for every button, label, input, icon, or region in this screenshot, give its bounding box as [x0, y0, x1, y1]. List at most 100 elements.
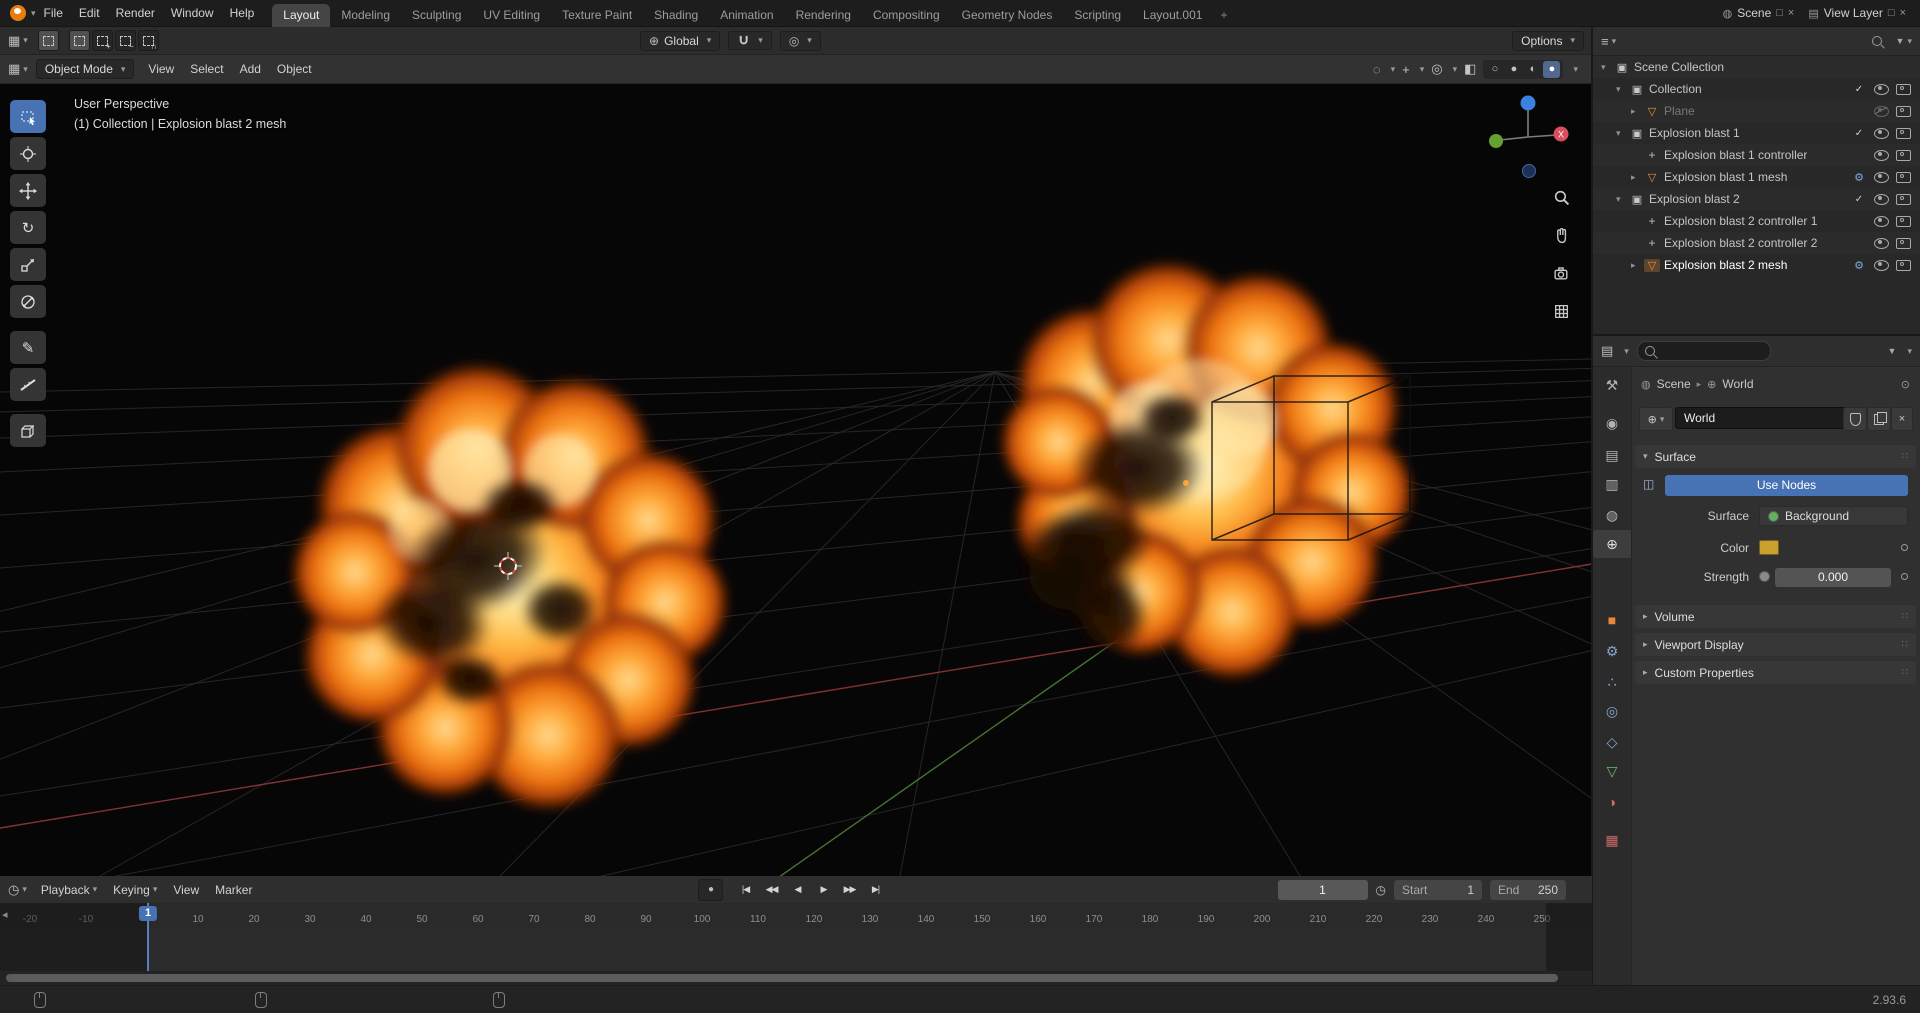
camera-visibility-icon[interactable] [1895, 259, 1911, 271]
copy-datablock-button[interactable] [1867, 407, 1891, 431]
outliner-item-label[interactable]: Explosion blast 2 controller 2 [1664, 236, 1817, 250]
outliner-row-collection[interactable]: ▾ ▣ Collection ✓ [1593, 78, 1920, 100]
expand-arrow-icon[interactable]: ▾ [1616, 128, 1629, 139]
scale-tool[interactable] [10, 248, 46, 281]
mode-dropdown[interactable]: Object Mode ▾ [35, 59, 135, 79]
outliner-item-label[interactable]: Plane [1664, 104, 1695, 118]
viewport-menu-view[interactable]: View [140, 60, 182, 78]
current-frame-field[interactable]: 1 [1277, 879, 1368, 900]
workspace-tab-compositing[interactable]: Compositing [862, 4, 951, 27]
editor-type-icon[interactable]: ▦ [8, 61, 20, 77]
workspace-tab-geometry-nodes[interactable]: Geometry Nodes [951, 4, 1064, 27]
blender-logo-icon[interactable] [10, 5, 26, 21]
snap-toggle[interactable]: ▾ [728, 31, 772, 50]
topbar-menu-render[interactable]: Render [108, 4, 163, 22]
select-mode-subtract[interactable]: − [114, 30, 136, 51]
search-icon[interactable] [1871, 36, 1882, 46]
pin-icon[interactable]: ⊙ [1901, 378, 1910, 391]
viewport-menu-object[interactable]: Object [269, 60, 320, 78]
outliner-row-explosion-blast-2-controller-2[interactable]: + Explosion blast 2 controller 2 [1593, 232, 1920, 254]
outliner-row-explosion-blast-2-mesh[interactable]: ▸ ▽ Explosion blast 2 mesh ⚙ [1593, 254, 1920, 276]
playback-play-button[interactable]: ▶ [812, 880, 835, 900]
breadcrumb-world[interactable]: World [1722, 377, 1753, 391]
workspace-tab-animation[interactable]: Animation [709, 4, 784, 27]
outliner-item-label[interactable]: Explosion blast 2 controller 1 [1664, 214, 1817, 228]
viewport-menu-add[interactable]: Add [232, 60, 269, 78]
panel-drag-dots-icon[interactable]: ∷ [1902, 639, 1908, 650]
properties-tab-data[interactable]: ▽ [1593, 757, 1631, 785]
animate-strength-decorator[interactable] [1901, 573, 1908, 580]
camera-visibility-icon[interactable] [1895, 127, 1911, 139]
expand-arrow-icon[interactable]: ▾ [1616, 194, 1629, 205]
surface-panel-header[interactable]: ▾ Surface ∷ [1635, 445, 1916, 468]
scene-selector[interactable]: ◍ Scene □ × [1723, 6, 1795, 20]
workspace-tab-layout[interactable]: Layout [272, 3, 331, 27]
shading-rendered-icon[interactable]: ● [1543, 60, 1561, 78]
expand-arrow-icon[interactable]: ▾ [1616, 84, 1629, 95]
workspace-tab-shading[interactable]: Shading [643, 4, 709, 27]
active-tool-select-box[interactable] [37, 30, 59, 51]
properties-tab-render[interactable]: ◉ [1593, 409, 1631, 437]
fake-user-button[interactable] [1843, 407, 1867, 431]
properties-tab-particles[interactable]: ∴ [1593, 668, 1631, 696]
shading-solid-icon[interactable]: ● [1505, 61, 1522, 78]
topbar-menu-file[interactable]: File [36, 4, 71, 22]
options-dropdown[interactable]: Options ▾ [1512, 30, 1584, 51]
explosion-blast-1[interactable] [289, 360, 731, 813]
properties-tab-constraints[interactable]: ◇ [1593, 728, 1631, 756]
properties-tab-world[interactable]: ⊕ [1593, 530, 1631, 558]
workspace-tab-modeling[interactable]: Modeling [330, 4, 401, 27]
add-workspace-button[interactable]: + [1213, 4, 1234, 27]
world-name-field[interactable]: World [1675, 407, 1851, 429]
outliner-item-label[interactable]: Explosion blast 1 [1649, 126, 1740, 140]
camera-visibility-icon[interactable] [1895, 193, 1911, 205]
properties-tab-scene[interactable]: ◍ [1593, 501, 1631, 529]
custom-properties-panel-header[interactable]: ▸ Custom Properties ∷ [1635, 661, 1916, 684]
workspace-tab-sculpting[interactable]: Sculpting [401, 4, 472, 27]
playback-auto-key-button[interactable]: ● [698, 878, 723, 901]
animate-color-decorator[interactable] [1901, 544, 1908, 551]
gizmos-toggle-icon[interactable]: + [1402, 62, 1410, 77]
timeline-menu-marker[interactable]: Marker [207, 881, 260, 899]
eye-closed-icon[interactable] [1873, 105, 1889, 117]
playback-play-reverse-button[interactable]: ◀ [786, 880, 809, 900]
transform-tool[interactable] [10, 285, 46, 318]
modifier-wrench-icon[interactable]: ⚙ [1854, 259, 1864, 272]
move-tool[interactable] [10, 174, 46, 207]
view-layer-label[interactable]: View Layer [1824, 6, 1883, 20]
select-box-tool[interactable] [10, 100, 46, 133]
new-scene-icon[interactable]: □ [1776, 7, 1783, 19]
timeline-menu-playback[interactable]: Playback ▾ [33, 881, 105, 899]
eye-icon[interactable] [1873, 237, 1889, 249]
eye-icon[interactable] [1873, 149, 1889, 161]
outliner-row-explosion-blast-2[interactable]: ▾ ▣ Explosion blast 2 ✓ [1593, 188, 1920, 210]
checkbox-icon[interactable]: ✓ [1855, 194, 1863, 205]
checkbox-icon[interactable]: ✓ [1855, 128, 1863, 139]
workspace-tab-rendering[interactable]: Rendering [785, 4, 862, 27]
playback-jump-end-button[interactable]: ▶| [864, 880, 887, 900]
topbar-menu-help[interactable]: Help [222, 4, 263, 22]
outliner-row-scene-collection[interactable]: ▾ ▣ Scene Collection [1593, 56, 1920, 78]
overlays-toggle-icon[interactable]: ◎ [1431, 61, 1442, 77]
select-mode-new[interactable] [68, 30, 90, 51]
new-view-layer-icon[interactable]: □ [1888, 7, 1895, 19]
eye-icon[interactable] [1873, 127, 1889, 139]
workspace-tab-layout-001[interactable]: Layout.001 [1132, 4, 1213, 27]
outliner-row-explosion-blast-1[interactable]: ▾ ▣ Explosion blast 1 ✓ [1593, 122, 1920, 144]
end-frame-field[interactable]: End 250 [1490, 879, 1566, 900]
add-cube-tool[interactable] [10, 414, 46, 447]
filter-icon[interactable]: ▼ [1888, 346, 1897, 356]
playback-jump-start-button[interactable]: |◀ [734, 880, 757, 900]
editor-type-icon[interactable]: ≡ [1601, 34, 1609, 49]
timeline-scroll-thumb[interactable] [6, 974, 1558, 982]
eye-icon[interactable] [1873, 193, 1889, 205]
eye-icon[interactable] [1873, 83, 1889, 95]
modifier-wrench-icon[interactable]: ⚙ [1854, 171, 1864, 184]
cursor-tool[interactable] [10, 137, 46, 170]
timeline-menu-view[interactable]: View [165, 881, 207, 899]
playhead-label[interactable]: 1 [138, 906, 158, 921]
properties-tab-texture[interactable]: ▦ [1593, 826, 1631, 854]
eye-icon[interactable] [1873, 215, 1889, 227]
workspace-tab-uv-editing[interactable]: UV Editing [472, 4, 551, 27]
select-mode-extend[interactable]: + [91, 30, 113, 51]
